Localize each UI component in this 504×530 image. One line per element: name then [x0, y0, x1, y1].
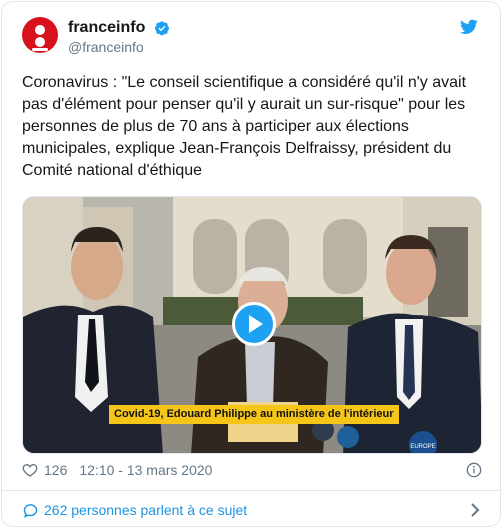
logo-bar: [32, 48, 48, 51]
heart-icon[interactable]: [22, 462, 38, 478]
author-display-name[interactable]: franceinfo: [68, 18, 145, 38]
author-block[interactable]: franceinfo @franceinfo: [68, 18, 170, 56]
conversation-link[interactable]: 262 personnes parlent à ce sujet: [22, 499, 482, 521]
logo-dot-bottom: [35, 37, 45, 47]
microphone-label: EUROPE: [410, 444, 435, 450]
conversation-label[interactable]: 262 personnes parlent à ce sujet: [44, 502, 247, 518]
verified-badge-icon: [154, 21, 169, 36]
tweet-meta: 126 12:10 - 13 mars 2020: [22, 460, 212, 480]
video-player[interactable]: EUROPE Covid-19, Edouard Philippe au min…: [22, 196, 482, 454]
tweet-timestamp[interactable]: 12:10 - 13 mars 2020: [79, 460, 212, 480]
like-count[interactable]: 126: [44, 460, 67, 480]
avatar[interactable]: [22, 17, 58, 53]
play-button[interactable]: [232, 302, 276, 346]
tweet-header: franceinfo @franceinfo: [22, 17, 480, 63]
divider: [1, 490, 501, 491]
author-handle[interactable]: @franceinfo: [68, 38, 170, 56]
play-icon: [249, 315, 263, 333]
info-icon[interactable]: [466, 462, 482, 478]
video-caption: Covid-19, Edouard Philippe au ministère …: [109, 405, 399, 424]
twitter-bird-icon[interactable]: [460, 19, 478, 35]
logo-dot-top: [35, 25, 45, 35]
chevron-right-icon: [471, 503, 480, 517]
speech-bubble-icon: [23, 503, 38, 518]
tweet-text: Coronavirus : "Le conseil scientifique a…: [22, 74, 467, 179]
